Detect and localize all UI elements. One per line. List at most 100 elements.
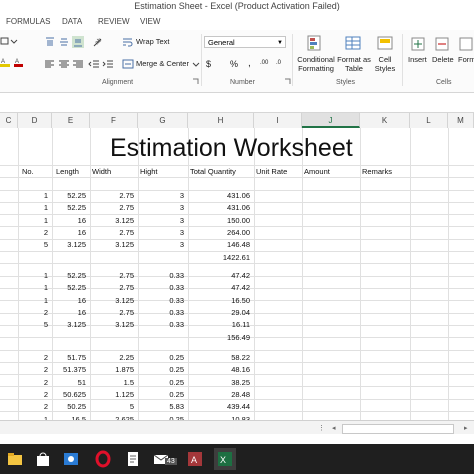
table-cell[interactable]: 2 [10,390,48,399]
scroll-thumb[interactable] [342,424,454,434]
increase-decimal-button[interactable]: .00 [260,60,268,66]
table-cell[interactable]: 52.25 [48,203,86,212]
table-cell[interactable]: 3.125 [96,320,134,329]
scroll-right-icon[interactable]: ▸ [464,424,468,432]
table-cell[interactable]: 51 [48,378,86,387]
table-cell[interactable]: 2 [10,228,48,237]
alignment-launcher-icon[interactable] [192,78,200,86]
format-button[interactable]: Forma [458,55,474,64]
column-header-m[interactable]: M [448,113,474,128]
table-cell[interactable]: 51.75 [48,353,86,362]
dropdown-arrow-icon[interactable] [10,36,18,46]
table-cell[interactable]: 2.75 [96,283,134,292]
table-cell[interactable]: 0.25 [146,353,184,362]
column-header-i[interactable]: I [254,113,302,128]
table-cell[interactable]: 2 [10,402,48,411]
table-cell[interactable]: 52.25 [48,271,86,280]
column-header-l[interactable]: L [410,113,448,128]
table-cell[interactable]: 0.33 [146,271,184,280]
insert-button[interactable]: Insert [408,55,427,64]
column-header-f[interactable]: F [90,113,138,128]
merge-dropdown-icon[interactable] [192,60,200,68]
table-cell[interactable]: 431.06 [212,203,250,212]
table-cell[interactable]: 0.25 [146,378,184,387]
table-cell[interactable]: 16 [48,296,86,305]
table-cell[interactable]: 50.25 [48,402,86,411]
align-left-icon[interactable] [44,58,56,70]
table-cell[interactable]: 5 [96,402,134,411]
cell-styles-button[interactable]: Cell Styles [371,55,399,73]
table-cell[interactable]: 0.33 [146,308,184,317]
scroll-left-icon[interactable]: ◂ [332,424,336,432]
table-cell[interactable]: 1 [10,271,48,280]
table-cell[interactable]: 431.06 [212,191,250,200]
table-cell[interactable]: 3.125 [96,296,134,305]
sheet-more-icon[interactable]: ⋮ [318,424,325,432]
orientation-icon[interactable]: ab [92,36,106,48]
tab-review[interactable]: REVIEW [98,17,130,26]
fill-color-icon[interactable]: A [14,58,24,68]
align-top-icon[interactable] [44,36,56,48]
tab-view[interactable]: VIEW [140,17,160,26]
table-cell[interactable]: 50.625 [48,390,86,399]
table-cell[interactable]: 2.75 [96,203,134,212]
currency-button[interactable]: $ [206,59,211,69]
wrap-text-button[interactable]: Wrap Text [136,37,170,46]
table-cell[interactable]: 1 [10,296,48,305]
table-cell[interactable]: 3.125 [96,240,134,249]
table-cell[interactable]: 47.42 [212,271,250,280]
table-cell[interactable]: 2.75 [96,271,134,280]
column-header-d[interactable]: D [18,113,52,128]
table-cell[interactable]: 47.42 [212,283,250,292]
table-cell[interactable]: 264.00 [212,228,250,237]
table-cell[interactable]: 1.5 [96,378,134,387]
increase-indent-icon[interactable] [102,58,114,70]
table-cell[interactable]: 2.75 [96,228,134,237]
document-icon[interactable] [124,450,142,468]
number-format-dropdown[interactable]: General ▼ [204,36,286,48]
subtotal-cell[interactable]: 156.49 [212,333,250,342]
opera-icon[interactable] [94,450,112,468]
table-cell[interactable]: 38.25 [212,378,250,387]
table-cell[interactable]: 150.00 [212,216,250,225]
column-header-j[interactable]: J [302,113,360,128]
table-cell[interactable]: 51.375 [48,365,86,374]
column-header-c[interactable]: C [0,113,18,128]
table-cell[interactable]: 48.16 [212,365,250,374]
comma-button[interactable]: , [248,58,251,69]
table-cell[interactable]: 16 [48,228,86,237]
column-header-k[interactable]: K [360,113,410,128]
tab-formulas[interactable]: FORMULAS [6,17,50,26]
merge-center-button[interactable]: Merge & Center [136,59,189,68]
access-icon[interactable]: A [186,450,204,468]
align-bottom-icon[interactable] [72,36,84,48]
column-header-g[interactable]: G [138,113,188,128]
table-cell[interactable]: 5 [10,240,48,249]
horizontal-scrollbar[interactable]: ⋮ ◂ ▸ [0,420,474,435]
table-cell[interactable]: 16.11 [212,320,250,329]
decrease-decimal-button[interactable]: .0 [276,60,281,66]
table-cell[interactable]: 1.875 [96,365,134,374]
align-center-icon[interactable] [58,58,70,70]
table-cell[interactable]: 2.25 [96,353,134,362]
table-cell[interactable]: 3 [146,191,184,200]
table-cell[interactable]: 2.75 [96,308,134,317]
table-cell[interactable]: 3 [146,216,184,225]
table-cell[interactable]: 2.75 [96,191,134,200]
format-as-table-button[interactable]: Format as Table [336,55,372,73]
table-cell[interactable]: 28.48 [212,390,250,399]
table-cell[interactable]: 0.25 [146,390,184,399]
table-cell[interactable]: 0.25 [146,365,184,374]
table-cell[interactable]: 1 [10,191,48,200]
formula-bar[interactable] [0,93,474,113]
media-icon[interactable] [62,450,80,468]
worksheet-grid[interactable]: Estimation Worksheet No. Length Width Hi… [0,128,474,420]
align-middle-icon[interactable] [58,36,70,48]
excel-taskbar-button[interactable]: X [214,448,236,470]
table-cell[interactable]: 3 [146,240,184,249]
table-cell[interactable]: 2 [10,353,48,362]
table-cell[interactable]: 1 [10,283,48,292]
table-cell[interactable]: 3.125 [48,320,86,329]
table-cell[interactable]: 1 [10,216,48,225]
font-size-icon[interactable] [0,36,10,46]
